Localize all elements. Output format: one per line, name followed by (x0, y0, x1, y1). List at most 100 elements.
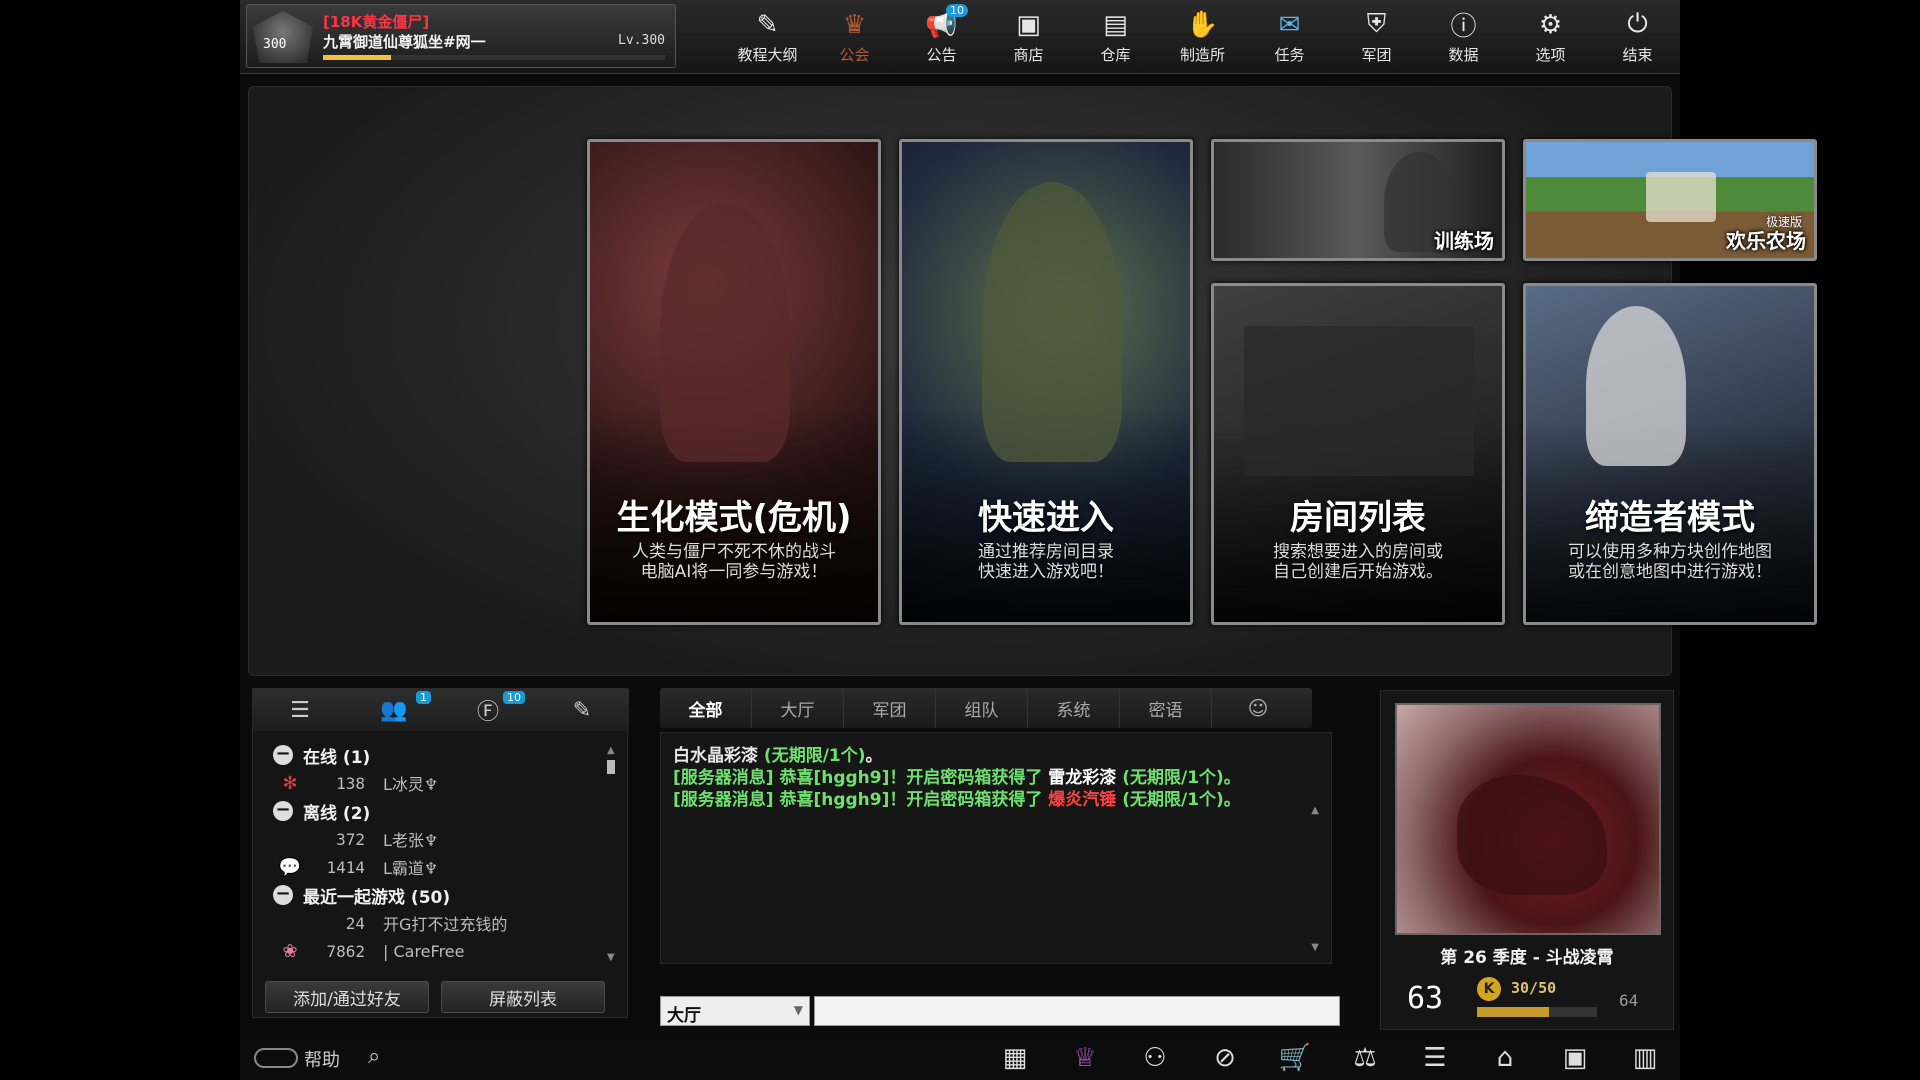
chat-tab-party[interactable]: 组队 (936, 688, 1028, 728)
chat-scroll-down-icon[interactable]: ▼ (1311, 942, 1319, 953)
chat-input[interactable] (813, 996, 1340, 1026)
group-online[interactable]: − 在线 (1) (261, 741, 601, 769)
nav-label: 仓库 (1100, 45, 1131, 64)
season-progress-bar (1477, 1007, 1597, 1017)
zombie-mode-card[interactable]: 生化模式(危机) 人类与僵尸不死不休的战斗 电脑AI将一同参与游戏！ (587, 139, 881, 625)
mannequin-figure-icon (1586, 306, 1686, 466)
maker-mode-desc-2: 或在创意地图中进行游戏！ (1568, 562, 1772, 582)
nav-item-9[interactable]: ⚙ 选项 (1507, 0, 1594, 74)
chat-tab-lobby[interactable]: 大厅 (752, 688, 844, 728)
nav-item-10[interactable]: ⏻ 结束 (1594, 0, 1681, 74)
chat-tab-all[interactable]: 全部 (660, 688, 752, 728)
nav-item-0[interactable]: ✎ 教程大纲 (724, 0, 811, 74)
home-icon[interactable]: ⌂ (1470, 1038, 1540, 1078)
scroll-thumb[interactable] (607, 760, 615, 774)
mission-icon: ✉ (1278, 9, 1301, 40)
nav-item-7[interactable]: ⛨ 军团 (1333, 0, 1420, 74)
clan-members-icon: Ⓕ (476, 700, 499, 725)
chat-text: (无期限/1个)。 (1116, 790, 1241, 810)
chat-item-name: 雷龙彩漆 (1048, 768, 1117, 788)
chat-tab-system[interactable]: 系统 (1028, 688, 1120, 728)
chat-tab-clan[interactable]: 军团 (844, 688, 936, 728)
friend-row[interactable]: 372 L老张♆ (261, 825, 601, 853)
nav-item-5[interactable]: ✋ 制造所 (1159, 0, 1246, 74)
friend-list-scrollbar[interactable]: ▲ ▼ (607, 745, 617, 965)
snowflake-status-icon: ✻ (282, 772, 298, 794)
add-friend-button[interactable]: 添加/通过好友 (265, 981, 429, 1013)
nav-label: 制造所 (1179, 45, 1225, 64)
friend-row[interactable]: ❀ 7862 | CareFree (261, 937, 601, 965)
chevron-down-icon: ▼ (793, 1003, 803, 1017)
workshop-icon: ✋ (1186, 9, 1219, 40)
search-icon[interactable]: ⌕ (368, 1044, 380, 1069)
crown-w-icon[interactable]: ♕ (1050, 1038, 1120, 1078)
exp-bar (323, 55, 665, 60)
collapse-icon: − (273, 745, 293, 765)
mode-select-panel: 生化模式(危机) 人类与僵尸不死不休的战斗 电脑AI将一同参与游戏！ 快速进入 … (248, 86, 1817, 676)
cart-icon[interactable]: 🛒 (1260, 1038, 1330, 1078)
happy-farm-label: 欢乐农场 (1726, 229, 1806, 253)
friends-icon: 👥 (380, 697, 408, 723)
chat-text: (无期限/1个)。 (1116, 768, 1241, 788)
scroll-up-icon[interactable]: ▲ (607, 745, 617, 756)
season-level: 63 (1407, 981, 1444, 1016)
group-recent[interactable]: − 最近一起游戏 (50) (261, 881, 601, 909)
friend-tab-2[interactable]: Ⓕ 10 (441, 689, 535, 731)
chat-tab-whisper[interactable]: 密语 (1120, 688, 1212, 728)
quick-join-card[interactable]: 快速进入 通过推荐房间目录 快速进入游戏吧！ (899, 139, 1193, 625)
game-client: 300 [18K黄金僵尸] 九霄御道仙尊狐坐#网一 Lv.300 ✎ 教程大纲 ♛ 公… (240, 0, 1817, 1080)
nav-item-1[interactable]: ♛ 公会 (811, 0, 898, 74)
friend-level: 1414 (326, 857, 365, 877)
player-profile[interactable]: 300 [18K黄金僵尸] 九霄御道仙尊狐坐#网一 Lv.300 (246, 4, 676, 68)
nav-item-4[interactable]: ▤ 仓库 (1072, 0, 1159, 74)
block-list-button[interactable]: 屏蔽列表 (441, 981, 605, 1013)
balance-icon[interactable]: ⚖ (1330, 1038, 1400, 1078)
happy-farm-card[interactable]: 极速版 欢乐农场 (1523, 139, 1817, 261)
nav-item-2[interactable]: 📢 公告 10 (898, 0, 985, 74)
calendar-icon[interactable]: ▦ (980, 1038, 1050, 1078)
emoji-icon[interactable]: ☺ (1212, 688, 1304, 728)
scroll-down-icon[interactable]: ▼ (607, 952, 617, 963)
film-icon[interactable]: ▥ (1610, 1038, 1680, 1078)
help-toggle[interactable] (254, 1048, 298, 1068)
tutorial-icon: ✎ (756, 9, 779, 40)
room-list-card[interactable]: 房间列表 搜索想要进入的房间或 自己创建后开始游戏。 (1211, 283, 1505, 625)
friend-row[interactable]: ✻ 138 L冰灵♆ (261, 769, 601, 797)
chat-input-row: 大厅 ▼ (660, 996, 1340, 1026)
friend-tab-3[interactable]: ✎ (535, 689, 629, 731)
chat-channel-select[interactable]: 大厅 ▼ (660, 996, 810, 1026)
maker-mode-desc-1: 可以使用多种方块创作地图 (1568, 542, 1772, 562)
chat-tabs: 全部 大厅 军团 组队 系统 密语 ☺ (660, 688, 1312, 728)
zombie-mode-desc-2: 电脑AI将一同参与游戏！ (640, 562, 828, 582)
group-offline[interactable]: − 离线 (2) (261, 797, 601, 825)
crown-icon: ♛ (842, 9, 867, 40)
nav-item-6[interactable]: ✉ 任务 (1246, 0, 1333, 74)
runner-icon[interactable]: ⚇ (1120, 1038, 1190, 1078)
chat-text: [服务器消息] 恭喜[hggh9]！开启密码箱获得了 (673, 790, 1049, 810)
chat-log: 白水晶彩漆 (无期限/1个)。 [服务器消息] 恭喜[hggh9]！开启密码箱获… (660, 732, 1332, 964)
friend-tab-1[interactable]: 👥 1 (347, 689, 441, 731)
compass-icon[interactable]: ⊘ (1190, 1038, 1260, 1078)
top-bar: 300 [18K黄金僵尸] 九霄御道仙尊狐坐#网一 Lv.300 ✎ 教程大纲 ♛ 公… (240, 0, 1680, 74)
friend-name: L霸道♆ (383, 859, 439, 878)
nav-label: 商店 (1013, 45, 1044, 64)
list-icon[interactable]: ☰ (1400, 1038, 1470, 1078)
checkin-icon[interactable]: ▣ (1540, 1038, 1610, 1078)
season-panel[interactable]: 第 26 季度 - 斗战凌霄 63 K 30/50 64 (1380, 690, 1674, 1030)
friend-name: 开G打不过充钱的 (383, 915, 508, 934)
friend-row[interactable]: 💬 1414 L霸道♆ (261, 853, 601, 881)
clan-tag: [18K黄金僵尸] (323, 13, 430, 31)
maker-mode-card[interactable]: 缔造者模式 可以使用多种方块创作地图 或在创意地图中进行游戏！ (1523, 283, 1817, 625)
training-ground-card[interactable]: 训练场 (1211, 139, 1505, 261)
nav-item-8[interactable]: ⓘ 数据 (1420, 0, 1507, 74)
chat-scroll-up-icon[interactable]: ▲ (1311, 805, 1319, 816)
nav-label: 选项 (1535, 45, 1566, 64)
friend-row[interactable]: 24 开G打不过充钱的 (261, 909, 601, 937)
bunny-status-icon: ❀ (282, 940, 298, 962)
collapse-icon: − (273, 885, 293, 905)
friend-tab-0[interactable]: ☰ (253, 689, 347, 731)
edit-icon: ✎ (572, 697, 592, 723)
season-xp-icon: K (1477, 977, 1501, 1001)
nav-item-3[interactable]: ▣ 商店 (985, 0, 1072, 74)
zombie-mode-desc-1: 人类与僵尸不死不休的战斗 (632, 542, 836, 562)
